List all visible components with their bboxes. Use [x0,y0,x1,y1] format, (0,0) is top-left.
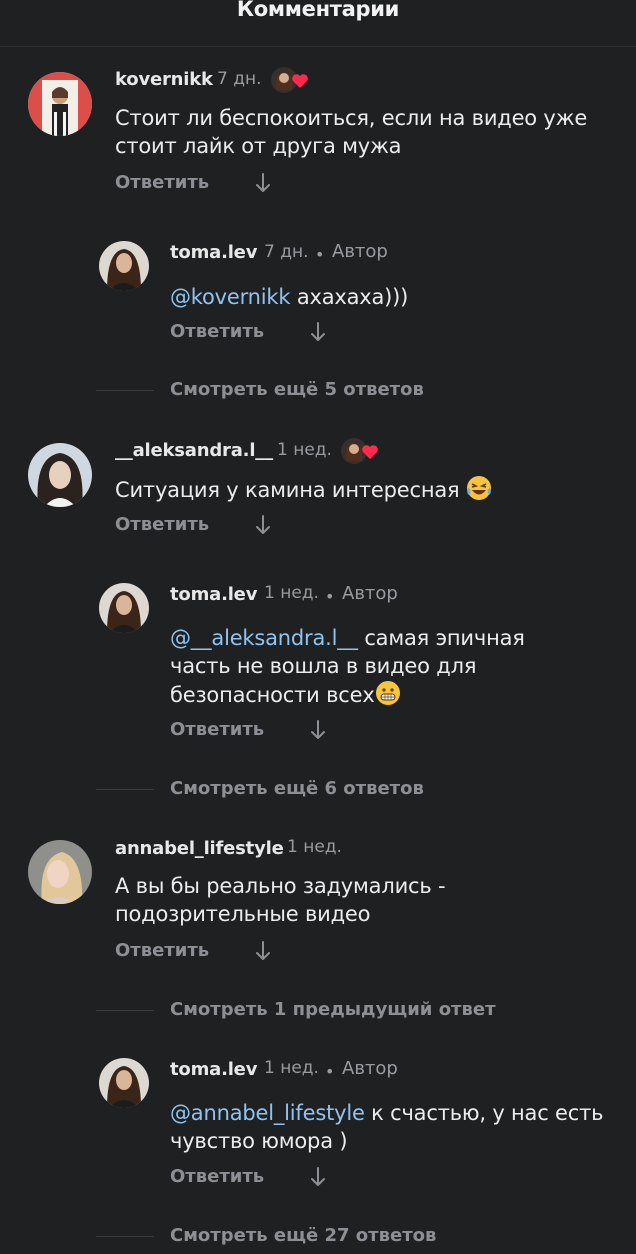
comment-username[interactable]: annabel_lifestyle [115,838,284,859]
reply-username[interactable]: toma.lev [170,584,257,605]
mention-link[interactable]: @kovernikk [170,285,291,309]
reply-button[interactable]: Ответить [170,321,264,342]
mention-link[interactable]: @__aleksandra.l__ [170,626,358,650]
reply-time: 1 нед. [264,1058,319,1078]
comment-username[interactable]: kovernikk [115,69,213,90]
separator-dot: • [315,245,325,264]
laughing-tears-emoji [466,476,491,500]
comment-time: 7 дн. [217,69,262,89]
avatar[interactable] [28,443,92,507]
reply-button[interactable]: Ответить [170,719,264,740]
separator-dot: • [325,587,335,606]
author-badge: Автор [342,583,398,604]
previous-divider [96,1010,154,1011]
arrow-down-icon[interactable] [310,719,326,741]
comment-text: А вы бы реально задумались - подозритель… [115,874,446,926]
arrow-down-icon[interactable] [255,172,271,194]
reply-button[interactable]: Ответить [115,940,209,961]
reply-button[interactable]: Ответить [115,172,209,193]
reply-username[interactable]: toma.lev [170,242,257,263]
comment-time: 1 нед. [287,837,342,857]
author-badge: Автор [342,1058,398,1079]
separator-dot: • [325,1062,335,1081]
reply-time: 1 нед. [264,583,319,603]
view-more-replies[interactable]: Смотреть ещё 6 ответов [170,778,424,799]
arrow-down-icon[interactable] [255,514,271,536]
author-badge: Автор [332,241,388,262]
mention-link[interactable]: @annabel_lifestyle [170,1101,365,1125]
header-title: Комментарии [236,0,400,21]
comment-username[interactable]: __aleksandra.l__ [115,440,273,461]
avatar[interactable] [99,241,149,291]
comment-text: Ситуация у камина интересная [115,475,620,504]
liked-by-author-badge [270,66,308,94]
reply-button[interactable]: Ответить [170,1166,264,1187]
comments-header: Комментарии [0,0,636,47]
more-divider [96,1236,154,1237]
reply-text: @annabel_lifestyle к счастью, у нас есть… [170,1101,604,1153]
view-more-replies[interactable]: Смотреть ещё 5 ответов [170,379,424,400]
reply-button[interactable]: Ответить [115,514,209,535]
grinning-emoji [375,681,400,705]
avatar[interactable] [28,72,92,136]
view-more-replies[interactable]: Смотреть ещё 27 ответов [170,1225,436,1246]
comment-time: 1 нед. [277,440,332,460]
reply-time: 7 дн. [264,242,309,262]
arrow-down-icon[interactable] [310,321,326,343]
reply-text: @__aleksandra.l__ самая эпичная часть не… [170,626,525,707]
avatar[interactable] [99,1058,149,1108]
arrow-down-icon[interactable] [255,940,271,962]
comment-text: Стоит ли беспокоиться, если на видео уже… [115,106,588,158]
avatar[interactable] [99,583,149,633]
reply-text: @kovernikk ахахаха))) [170,285,409,309]
arrow-down-icon[interactable] [310,1166,326,1188]
liked-by-author-badge [340,437,378,465]
avatar[interactable] [28,840,92,904]
more-divider [96,789,154,790]
reply-username[interactable]: toma.lev [170,1059,257,1080]
more-divider [96,390,154,391]
view-previous-reply[interactable]: Смотреть 1 предыдущий ответ [170,999,496,1020]
